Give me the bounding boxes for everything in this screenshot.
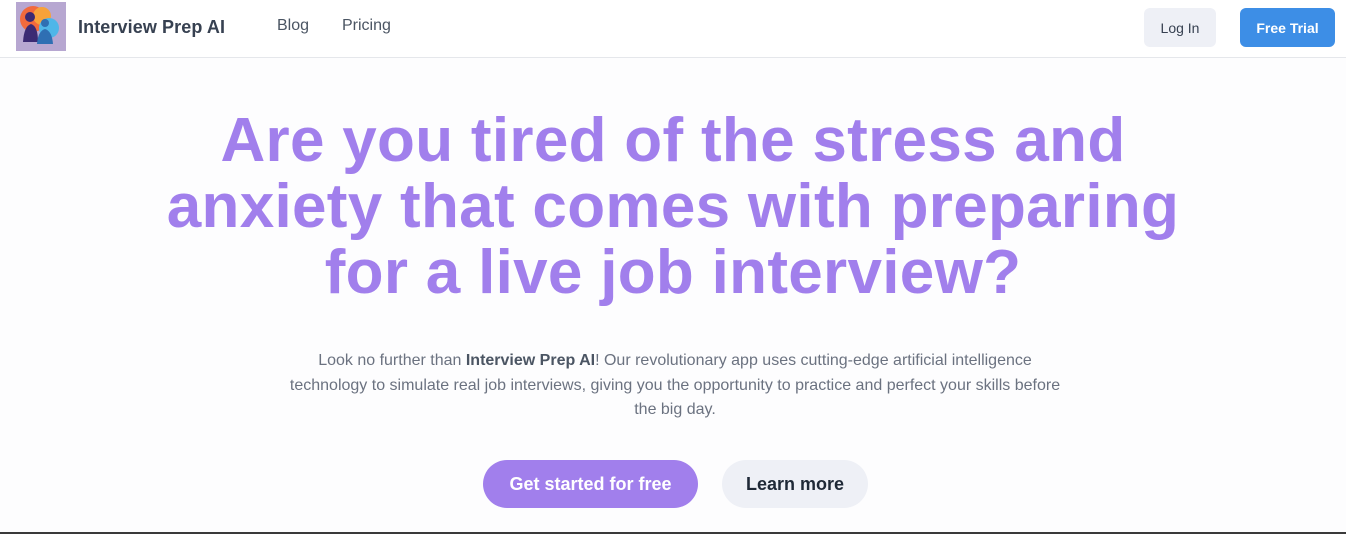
nav-link-blog[interactable]: Blog bbox=[277, 17, 309, 35]
navbar: Interview Prep AI Blog Pricing Log In Fr… bbox=[0, 0, 1346, 58]
hero-title-line-2: anxiety that comes with preparing bbox=[166, 172, 1180, 241]
learn-more-button[interactable]: Learn more bbox=[722, 460, 868, 508]
hero-title-line-1: Are you tired of the stress and bbox=[220, 106, 1126, 175]
hero-desc-prefix: Look no further than bbox=[318, 352, 466, 369]
hero-title: Are you tired of the stress and anxiety … bbox=[0, 108, 1346, 306]
logo-image[interactable] bbox=[16, 2, 66, 51]
hero-description: Look no further than Interview Prep AI! … bbox=[285, 349, 1065, 423]
free-trial-button[interactable]: Free Trial bbox=[1240, 8, 1335, 47]
hero-desc-brand: Interview Prep AI bbox=[465, 352, 596, 369]
get-started-button[interactable]: Get started for free bbox=[483, 460, 698, 508]
brand-name[interactable]: Interview Prep AI bbox=[78, 17, 225, 38]
login-button[interactable]: Log In bbox=[1144, 8, 1216, 47]
hero-title-line-3: for a live job interview? bbox=[324, 238, 1022, 307]
interview-people-logo-icon bbox=[16, 2, 66, 51]
nav-link-pricing[interactable]: Pricing bbox=[342, 17, 391, 35]
